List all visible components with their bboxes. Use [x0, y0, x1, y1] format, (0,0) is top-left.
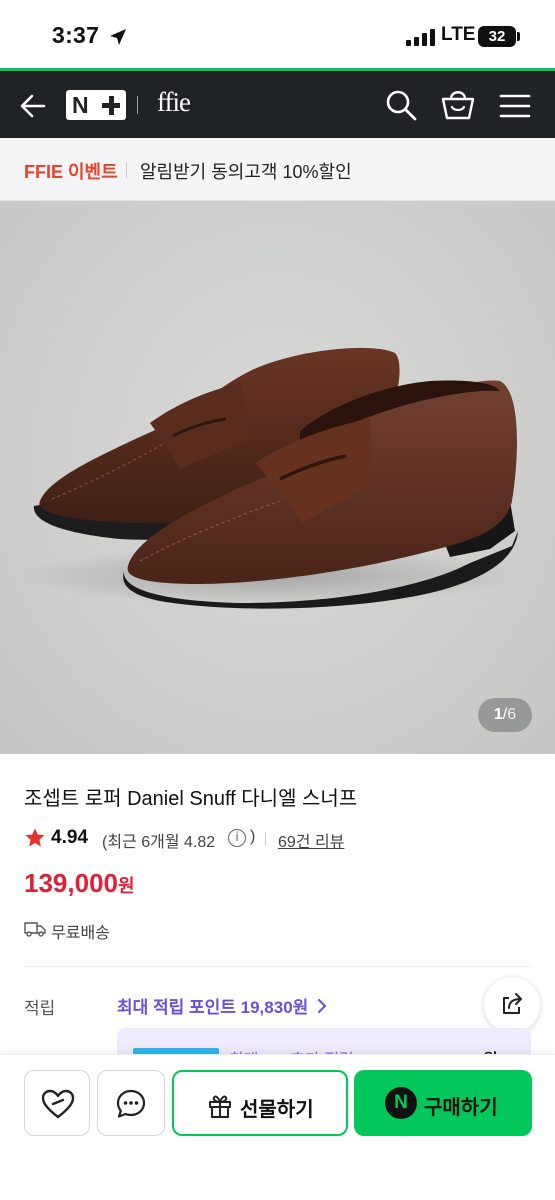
gift-button-label: 선물하기	[240, 1099, 314, 1121]
rating-separator	[265, 832, 266, 846]
points-extra-text: 최대 5% 추가 적립	[229, 1046, 354, 1054]
rating-row: 4.94 (최근 6개월 4.82 i ) 69건 리뷰	[24, 826, 534, 852]
shopping-bag-icon[interactable]	[440, 86, 476, 122]
recent-rating: (최근 6개월 4.82	[102, 834, 216, 851]
battery-icon: 32	[478, 26, 516, 47]
status-time: 3:37	[52, 22, 100, 48]
points-detail-box[interactable]: 최대 5% 추가 적립 5,560원	[117, 1028, 531, 1054]
points-link[interactable]: 최대 적립 포인트 19,830원	[117, 993, 327, 1018]
home-indicator-area	[0, 1186, 555, 1200]
share-button[interactable]	[484, 977, 540, 1033]
buy-button-label: 구매하기	[424, 1097, 498, 1119]
event-separator	[126, 162, 127, 178]
buy-button[interactable]: N 구매하기	[354, 1070, 532, 1136]
delivery-truck-icon	[24, 922, 46, 937]
product-title: 조셉트 로퍼 Daniel Snuff 다니엘 스너프	[24, 788, 358, 810]
search-icon[interactable]	[384, 88, 418, 122]
price-unit: 원	[117, 876, 135, 896]
plus-mark-vertical	[109, 96, 114, 115]
points-extra-value: 5,560원	[443, 1046, 498, 1054]
hamburger-menu-icon[interactable]	[498, 89, 532, 123]
event-label: FFIE 이벤트	[24, 162, 118, 182]
chat-bubble-icon	[116, 1089, 146, 1118]
event-banner[interactable]: FFIE 이벤트 알림받기 동의고객 10%할인	[0, 138, 555, 201]
recent-rating-close: )	[250, 828, 256, 845]
status-bar: 3:37 LTE 32	[0, 0, 555, 68]
like-button[interactable]	[24, 1070, 90, 1136]
gift-button[interactable]: 선물하기	[172, 1070, 348, 1136]
review-count-link[interactable]: 69건 리뷰	[278, 828, 344, 852]
network-type: LTE	[441, 24, 476, 45]
chevron-right-icon	[318, 999, 327, 1013]
app-header: N ffie	[0, 68, 555, 138]
loafer-shoes-image	[20, 347, 520, 609]
bottom-action-bar: 선물하기 N 구매하기	[0, 1054, 555, 1200]
cellular-signal-icon	[406, 28, 436, 46]
rating-score: 4.94	[51, 827, 88, 848]
shipping-text: 무료배송	[51, 925, 110, 942]
ffie-logo[interactable]: ffie	[157, 87, 191, 118]
event-text: 알림받기 동의고객 10%할인	[140, 162, 352, 182]
brand-divider	[137, 96, 138, 114]
chat-button[interactable]	[97, 1070, 165, 1136]
points-value: 최대 적립 포인트 19,830원	[117, 998, 309, 1017]
naver-pay-icon: N	[385, 1087, 417, 1119]
naver-plus-logo[interactable]: N	[66, 90, 126, 120]
share-icon	[503, 993, 522, 1014]
info-icon[interactable]: i	[228, 829, 246, 847]
back-arrow-icon[interactable]	[16, 88, 52, 124]
price-amount: 139,000	[24, 868, 118, 898]
battery-cap	[517, 32, 520, 41]
product-image[interactable]	[0, 201, 555, 754]
product-price: 139,000원	[24, 868, 135, 899]
image-counter: 1/6	[478, 698, 532, 732]
star-icon	[25, 828, 45, 847]
image-counter-current: 1	[493, 706, 503, 723]
gift-icon	[209, 1095, 231, 1118]
heart-icon	[41, 1089, 75, 1119]
location-arrow-icon	[110, 29, 126, 45]
points-label: 적립	[24, 999, 56, 1018]
section-divider	[24, 966, 531, 967]
image-counter-total: 6	[507, 706, 517, 723]
naver-plus-logo-letter: N	[72, 92, 89, 118]
